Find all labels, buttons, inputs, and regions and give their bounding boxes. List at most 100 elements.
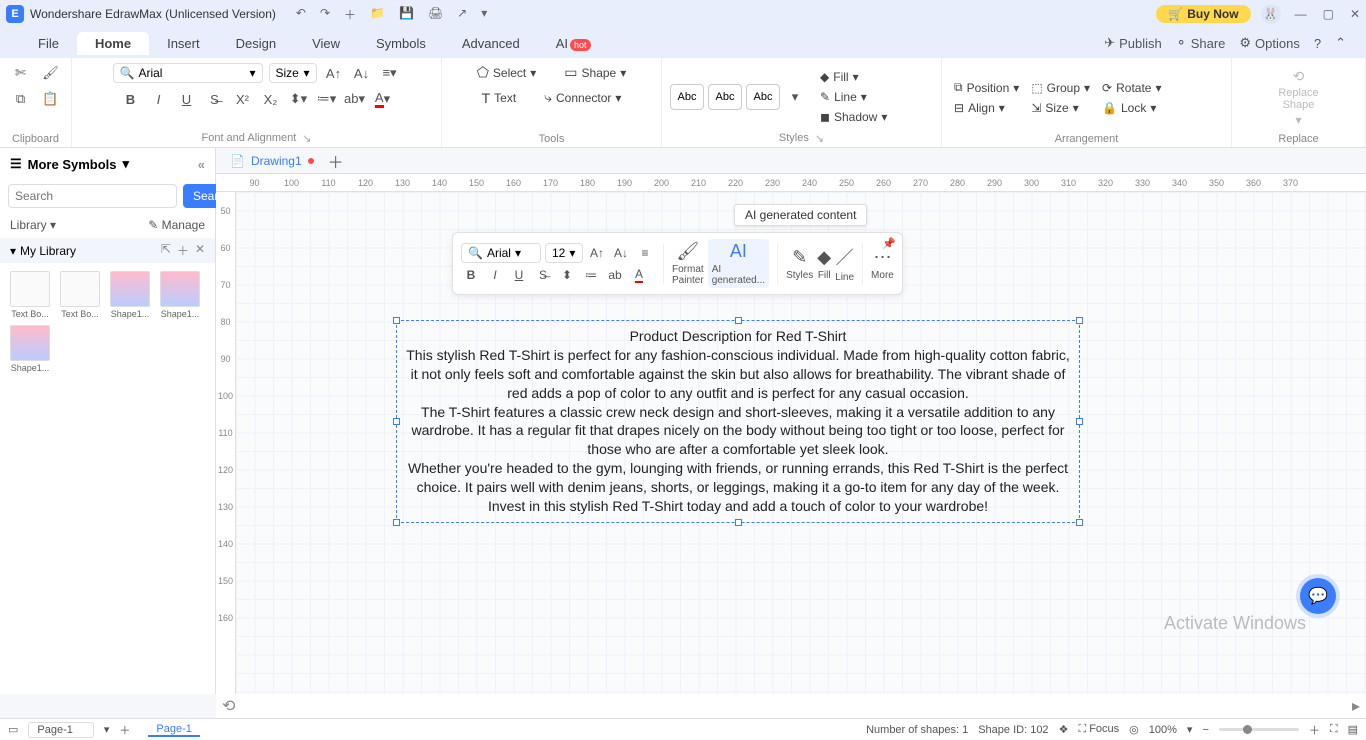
manage-button[interactable]: ✎ Manage [148, 218, 205, 232]
align-icon[interactable]: ≡▾ [379, 62, 401, 84]
fit-icon[interactable]: ◎ [1129, 723, 1139, 736]
line-button[interactable]: ✎ Line▾ [816, 88, 891, 106]
my-library-label[interactable]: My Library [20, 244, 76, 258]
export-icon[interactable]: ↗ [457, 6, 467, 23]
line-spacing-icon[interactable]: ⬍▾ [288, 88, 310, 110]
float-format-painter[interactable]: 🖌Format Painter [672, 241, 704, 286]
publish-button[interactable]: ✈ Publish [1104, 35, 1162, 51]
add-page-button[interactable]: ＋ [119, 722, 130, 738]
float-font-select[interactable]: 🔍 Arial▾ [461, 243, 541, 263]
font-expand-icon[interactable]: ↘ [302, 132, 311, 145]
cut-icon[interactable]: ✄ [10, 62, 32, 84]
zoom-slider[interactable] [1219, 728, 1299, 731]
font-color-icon[interactable]: A▾ [372, 88, 394, 110]
float-spacing-icon[interactable]: ⬍ [557, 265, 577, 285]
maximize-icon[interactable]: ▢ [1323, 7, 1334, 21]
float-ai-generated[interactable]: AIAI generated... [708, 239, 769, 288]
styles-expand-icon[interactable]: ↘ [815, 132, 824, 145]
float-pin-icon[interactable]: 📌 [882, 237, 896, 250]
text-tool[interactable]: TText [478, 87, 521, 108]
selected-text-box[interactable]: Product Description for Red T-Shirt This… [396, 320, 1080, 523]
bullets-icon[interactable]: ≔▾ [316, 88, 338, 110]
shape-thumb[interactable]: Text Bo... [8, 271, 52, 319]
add-page-icon[interactable]: ＋ [328, 149, 344, 173]
layers-icon[interactable]: ❖ [1059, 723, 1069, 736]
style-more-icon[interactable]: ▾ [784, 86, 806, 108]
replace-shape-button[interactable]: ⟲ Replace Shape▾ [1274, 66, 1322, 129]
tab-file[interactable]: File [20, 32, 77, 55]
shape-thumb[interactable]: Shape1... [108, 271, 152, 319]
page-tab[interactable]: Page-1 [148, 723, 199, 737]
float-italic-icon[interactable]: I [485, 265, 505, 285]
mylib-export-icon[interactable]: ⇱ [161, 242, 171, 259]
user-avatar[interactable]: 🐰 [1261, 4, 1281, 24]
redo-icon[interactable]: ↷ [320, 6, 330, 23]
grow-font-icon[interactable]: A↑ [323, 62, 345, 84]
lock-button[interactable]: 🔒 Lock▾ [1098, 99, 1165, 117]
shape-tool[interactable]: ▭Shape▾ [560, 62, 630, 83]
shrink-font-icon[interactable]: A↓ [351, 62, 373, 84]
float-strike-icon[interactable]: S̶ [533, 265, 553, 285]
strike-icon[interactable]: S̶ [204, 88, 226, 110]
bold-icon[interactable]: B [120, 88, 142, 110]
zoom-in-icon[interactable]: ＋ [1309, 722, 1320, 738]
connector-tool[interactable]: ⤷Connector▾ [540, 87, 625, 108]
qat-more-icon[interactable]: ▾ [481, 6, 487, 23]
print-icon[interactable]: 🖨 [428, 6, 443, 23]
float-highlight-icon[interactable]: ab [605, 265, 625, 285]
tab-design[interactable]: Design [218, 32, 294, 55]
share-button[interactable]: ⚬ Share [1176, 35, 1226, 51]
float-bullets-icon[interactable]: ≔ [581, 265, 601, 285]
font-select[interactable]: 🔍 Arial ▾ [113, 63, 263, 83]
paste-icon[interactable]: 📋 [40, 88, 62, 110]
open-icon[interactable]: 📁 [370, 6, 385, 23]
symbols-menu-icon[interactable]: ☰ [10, 156, 22, 172]
format-painter-icon[interactable]: 🖌 [40, 62, 62, 84]
font-size-select[interactable]: Size ▾ [269, 63, 317, 83]
tab-insert[interactable]: Insert [149, 32, 218, 55]
shape-thumb[interactable]: Shape1... [158, 271, 202, 319]
more-symbols-header[interactable]: More Symbols [28, 157, 117, 172]
float-styles[interactable]: ✎Styles [786, 247, 813, 281]
collapse-ribbon-icon[interactable]: ⌃ [1335, 35, 1346, 51]
tab-home[interactable]: Home [77, 32, 149, 55]
outline-view-icon[interactable]: ▭ [8, 723, 18, 736]
close-icon[interactable]: ✕ [1350, 7, 1360, 21]
style-preset-3[interactable]: Abc [746, 84, 780, 110]
tab-symbols[interactable]: Symbols [358, 32, 444, 55]
panel-toggle-icon[interactable]: ▤ [1348, 723, 1358, 736]
help-icon[interactable]: ? [1314, 35, 1321, 51]
float-line[interactable]: ／Line [835, 244, 854, 283]
superscript-icon[interactable]: X² [232, 88, 254, 110]
buy-now-button[interactable]: 🛒 Buy Now [1156, 5, 1250, 23]
document-tab[interactable]: 📄 Drawing1 [222, 151, 322, 171]
mylib-add-icon[interactable]: ＋ [177, 242, 189, 259]
fullscreen-icon[interactable]: ⛶ [1330, 723, 1338, 736]
float-grow-font-icon[interactable]: A↑ [587, 243, 607, 263]
tab-advanced[interactable]: Advanced [444, 32, 538, 55]
float-fontcolor-icon[interactable]: A [629, 265, 649, 285]
page-dropdown[interactable]: Page-1 [28, 722, 93, 738]
size-button[interactable]: ⇲ Size▾ [1027, 99, 1094, 117]
float-size-select[interactable]: 12▾ [545, 243, 583, 263]
collapse-panel-icon[interactable]: « [198, 157, 205, 172]
options-button[interactable]: ⚙ Options [1239, 35, 1299, 51]
library-dropdown[interactable]: Library ▾ [10, 218, 56, 232]
undo-icon[interactable]: ↶ [296, 6, 306, 23]
float-shrink-font-icon[interactable]: A↓ [611, 243, 631, 263]
float-align-icon[interactable]: ≡ [635, 243, 655, 263]
shape-thumb[interactable]: Text Bo... [58, 271, 102, 319]
symbol-search-input[interactable] [8, 184, 177, 208]
rotate-button[interactable]: ⟳ Rotate▾ [1098, 79, 1165, 97]
align-button[interactable]: ⊟ Align▾ [950, 99, 1023, 117]
style-preset-2[interactable]: Abc [708, 84, 742, 110]
float-bold-icon[interactable]: B [461, 265, 481, 285]
highlight-icon[interactable]: ab▾ [344, 88, 366, 110]
eyedropper-icon[interactable]: ⟲ [222, 696, 235, 716]
style-preset-1[interactable]: Abc [670, 84, 704, 110]
copy-icon[interactable]: ⧉ [10, 88, 32, 110]
italic-icon[interactable]: I [148, 88, 170, 110]
tab-ai[interactable]: AIhot [538, 32, 609, 55]
focus-button[interactable]: ⛶ Focus [1078, 723, 1119, 736]
shadow-button[interactable]: ◼ Shadow▾ [816, 108, 891, 126]
